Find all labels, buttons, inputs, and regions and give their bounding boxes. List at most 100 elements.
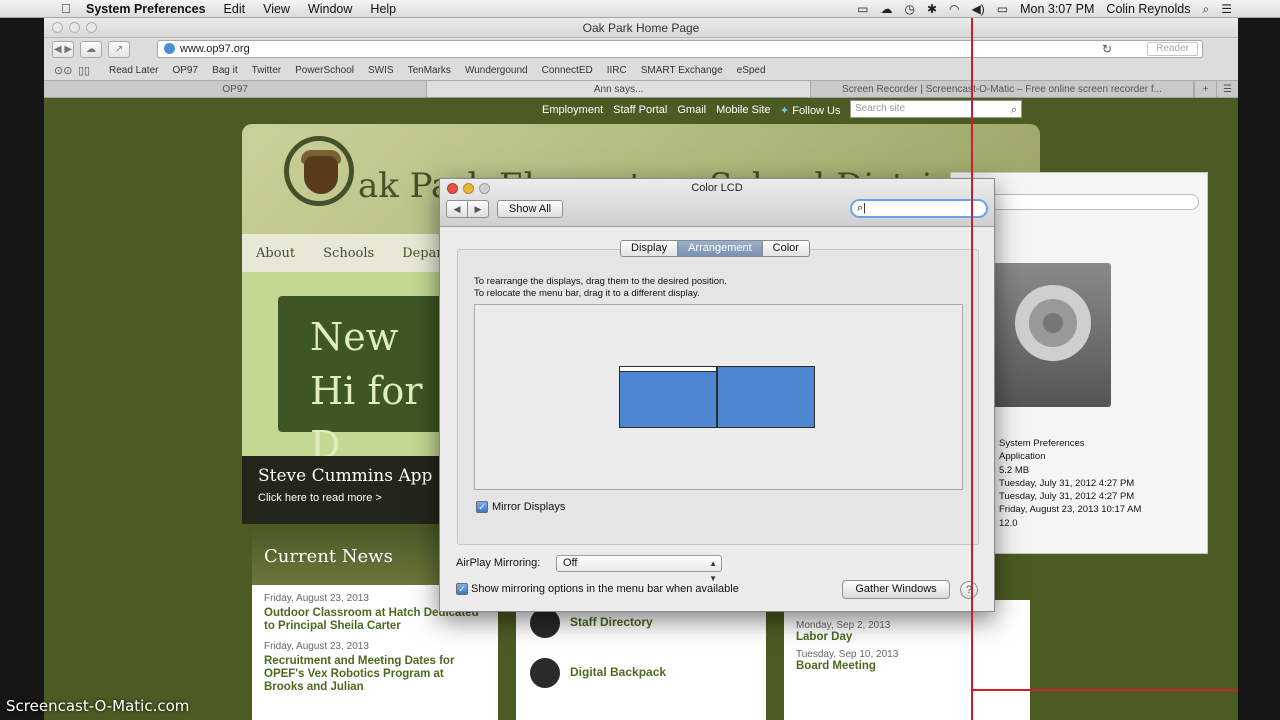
browser-tab-active[interactable]: Ann says...: [427, 81, 811, 97]
bookmark-item[interactable]: IIRC: [600, 65, 634, 76]
menu-bar-indicator[interactable]: [620, 367, 716, 372]
menu-view[interactable]: View: [254, 2, 299, 16]
volume-icon[interactable]: ◀): [972, 2, 985, 16]
forward-icon[interactable]: ▶: [468, 201, 488, 217]
bookmark-item[interactable]: PowerSchool: [288, 65, 361, 76]
event-title[interactable]: Board Meeting: [796, 660, 1018, 672]
back-forward-buttons[interactable]: ◀ ▶: [52, 40, 74, 58]
event-title[interactable]: Labor Day: [796, 631, 1018, 643]
bookmark-item[interactable]: eSped: [730, 65, 773, 76]
tab-overview-icon[interactable]: ☰: [1216, 81, 1238, 97]
airplay-value: Off: [563, 557, 578, 569]
hero-text: New Hi for D: [310, 315, 423, 467]
browser-tab[interactable]: Screen Recorder | Screencast-O-Matic – F…: [811, 81, 1195, 97]
screen-border-right: [1238, 18, 1280, 720]
notification-center-icon[interactable]: ☰: [1221, 2, 1232, 16]
browser-titlebar: Oak Park Home Page: [44, 18, 1238, 38]
nav-about[interactable]: About: [242, 246, 309, 261]
follow-us-link[interactable]: ✦ Follow Us: [780, 104, 841, 117]
bluetooth-icon[interactable]: ✱: [927, 2, 937, 16]
staff-directory-icon: [530, 608, 560, 638]
bookmark-item[interactable]: SMART Exchange: [634, 65, 730, 76]
menu-window[interactable]: Window: [299, 2, 361, 16]
bookmarks-icon[interactable]: ▯▯: [78, 64, 94, 77]
menu-bar:  System Preferences Edit View Window He…: [0, 0, 1280, 18]
nav-schools[interactable]: Schools: [309, 246, 388, 261]
mirror-displays-checkbox[interactable]: ✓: [476, 501, 488, 513]
browser-tab[interactable]: OP97: [44, 81, 428, 97]
gather-windows-button[interactable]: Gather Windows: [842, 580, 950, 599]
nav-link-staff-portal[interactable]: Staff Portal: [613, 104, 667, 116]
quick-links-panel: Staff Directory Digital Backpack: [516, 600, 766, 720]
apple-menu-icon[interactable]: : [52, 1, 80, 16]
globe-icon: [164, 43, 175, 54]
nav-link-gmail[interactable]: Gmail: [677, 104, 706, 116]
screencast-watermark: Screencast-O-Matic.com: [6, 697, 190, 715]
event-date: Tuesday, Sep 10, 2013: [796, 649, 899, 660]
tab-color[interactable]: Color: [762, 241, 809, 256]
gear-hub: [1043, 313, 1063, 333]
chevron-updown-icon: ▲ ▼: [709, 559, 717, 583]
time-machine-icon[interactable]: ◷: [904, 2, 914, 16]
browser-toolbar: ◀ ▶ ☁ ↗ www.op97.org ↻ Reader: [44, 38, 1238, 60]
hero-image[interactable]: New Hi for D: [242, 272, 444, 467]
reader-button[interactable]: Reader: [1147, 42, 1198, 56]
digital-backpack-link[interactable]: Digital Backpack: [530, 658, 666, 698]
icloud-tabs-icon[interactable]: ☁: [80, 40, 102, 58]
reload-icon[interactable]: ↻: [1102, 41, 1112, 57]
mirror-displays-label: Mirror Displays: [492, 501, 566, 513]
news-title-link[interactable]: Recruitment and Meeting Dates for OPEF's…: [264, 655, 486, 694]
news-date: Friday, August 23, 2013: [264, 641, 369, 652]
menu-clock[interactable]: Mon 3:07 PM: [1020, 2, 1094, 16]
show-all-button[interactable]: Show All: [497, 200, 563, 218]
share-icon[interactable]: ↗: [108, 40, 130, 58]
back-icon[interactable]: ◀: [447, 201, 468, 217]
mirror-displays-option[interactable]: ✓ Mirror Displays: [476, 501, 565, 513]
new-tab-button[interactable]: +: [1194, 81, 1216, 97]
bookmark-item[interactable]: Read Later: [102, 65, 165, 76]
show-mirroring-option[interactable]: ✓ Show mirroring options in the menu bar…: [456, 583, 739, 595]
recording-frame-horizontal: [971, 689, 1238, 691]
wifi-icon[interactable]: ◠: [949, 2, 959, 16]
nav-link-mobile-site[interactable]: Mobile Site: [716, 104, 770, 116]
bookmark-item[interactable]: ConnectED: [535, 65, 600, 76]
spotlight-icon[interactable]: ⌕: [1203, 2, 1210, 17]
bookmark-item[interactable]: SWIS: [361, 65, 401, 76]
read-more-link[interactable]: Click here to read more >: [258, 492, 382, 504]
arrangement-instructions: To rearrange the displays, drag them to …: [474, 276, 727, 300]
show-mirroring-checkbox[interactable]: ✓: [456, 583, 468, 595]
nav-link-employment[interactable]: Employment: [542, 104, 603, 116]
display-thumbnail-primary[interactable]: [619, 366, 717, 428]
search-icon: ⌕: [857, 202, 864, 214]
tab-arrangement[interactable]: Arrangement: [678, 241, 763, 256]
search-icon[interactable]: ⌕: [1011, 102, 1017, 118]
address-bar[interactable]: www.op97.org ↻ Reader: [157, 40, 1203, 58]
display-thumbnail-secondary[interactable]: [717, 366, 815, 428]
site-search-input[interactable]: Search site ⌕: [850, 100, 1022, 118]
cloud-icon[interactable]: ☁: [880, 2, 892, 16]
staff-directory-link[interactable]: Staff Directory: [530, 608, 653, 648]
bookmark-item[interactable]: TenMarks: [401, 65, 458, 76]
prefs-search-field[interactable]: ⌕|: [850, 199, 988, 218]
help-button[interactable]: ?: [960, 581, 978, 599]
menu-edit[interactable]: Edit: [215, 2, 255, 16]
menu-help[interactable]: Help: [361, 2, 405, 16]
tab-display[interactable]: Display: [621, 241, 679, 256]
prefs-title: Color LCD: [691, 182, 743, 194]
airplay-icon[interactable]: ▭: [857, 2, 868, 16]
menu-user[interactable]: Colin Reynolds: [1106, 2, 1190, 16]
arrangement-panel: To rearrange the displays, drag them to …: [457, 249, 979, 545]
bookmark-item[interactable]: Wundergound: [458, 65, 535, 76]
info-search-field[interactable]: [971, 194, 1199, 210]
bookmark-item[interactable]: Bag it: [205, 65, 245, 76]
backpack-icon: [530, 658, 560, 688]
bookmark-item[interactable]: OP97: [165, 65, 205, 76]
hero-caption-bar[interactable]: Steve Cummins App Click here to read mor…: [242, 456, 442, 524]
airplay-mirroring-select[interactable]: Off ▲ ▼: [556, 555, 722, 583]
menu-app-name[interactable]: System Preferences: [80, 2, 215, 16]
battery-icon[interactable]: ▭: [997, 2, 1008, 16]
airplay-label: AirPlay Mirroring:: [456, 557, 541, 569]
info-name: System Preferences: [999, 438, 1085, 449]
bookmark-item[interactable]: Twitter: [245, 65, 288, 76]
reading-list-icon[interactable]: ⊙⊙: [54, 64, 72, 77]
